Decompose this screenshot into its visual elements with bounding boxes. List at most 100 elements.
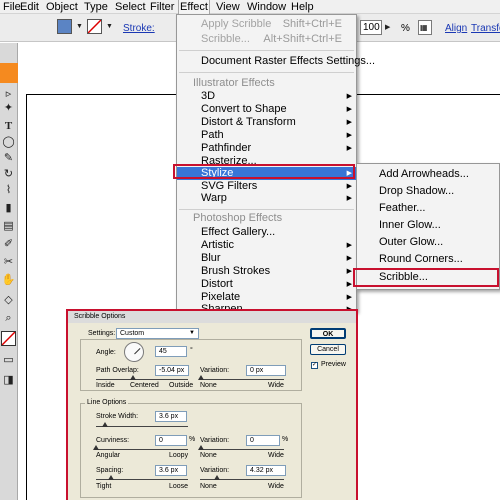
effect-item-effect-gallery[interactable]: Effect Gallery... (177, 226, 356, 239)
stylize-feather[interactable]: Feather... (357, 200, 499, 217)
menu-item-label: Pathfinder (201, 142, 252, 154)
effect-item-distort[interactable]: Distort ▶ (177, 278, 356, 291)
menu-item-label: Effect Gallery... (201, 226, 276, 238)
submenu-item-label: Outer Glow... (379, 236, 444, 248)
last-effect-shortcut: Alt+Shift+Ctrl+E (263, 33, 342, 45)
color-mode-icon[interactable]: ◨ (1, 373, 16, 388)
no-stroke-icon (87, 19, 102, 34)
screen-mode-icon[interactable]: ▭ (1, 353, 16, 368)
effect-item-path[interactable]: Path ▶ (177, 129, 356, 142)
apply-scribble-shortcut: Shift+Ctrl+E (282, 18, 342, 30)
menu-item-label: 3D (201, 90, 216, 102)
menu-item-label: Warp (201, 192, 227, 204)
fill-stroke-icon[interactable] (1, 331, 16, 346)
last-effect-label: Scribble... (201, 33, 250, 45)
stylize-add-arrowheads[interactable]: Add Arrowheads... (357, 166, 499, 183)
stylize-outer-glow[interactable]: Outer Glow... (357, 234, 499, 251)
opacity-unit: % (401, 23, 410, 34)
transform-link[interactable]: Transform (471, 23, 500, 34)
opacity-dropdown-icon[interactable]: ▶ (385, 23, 390, 31)
effect-item-convert-to-shape[interactable]: Convert to Shape ▶ (177, 103, 356, 116)
dialog-highlight (66, 309, 358, 500)
menu-edit[interactable]: Edit (19, 0, 40, 14)
scribble-highlight (353, 268, 499, 287)
submenu-arrow-icon: ▶ (346, 268, 352, 275)
menu-type[interactable]: Type (83, 0, 109, 14)
submenu-arrow-icon: ▶ (346, 145, 352, 152)
graph-tool-icon[interactable]: ▮ (1, 201, 16, 216)
illustrator-effects-header: Illustrator Effects (177, 77, 356, 90)
type-tool-icon[interactable]: T (1, 119, 16, 134)
stroke-link[interactable]: Stroke: (123, 23, 155, 34)
submenu-arrow-icon: ▶ (346, 106, 352, 113)
last-effect-item[interactable]: Scribble... Alt+Shift+Ctrl+E (177, 33, 356, 46)
submenu-arrow-icon: ▶ (346, 132, 352, 139)
gradient-tool-icon[interactable]: ▤ (1, 219, 16, 234)
menu-separator (179, 50, 354, 51)
apply-scribble-label: Apply Scribble (201, 18, 272, 30)
ellipse-tool-icon[interactable]: ◯ (1, 135, 16, 150)
effect-item-warp[interactable]: Warp ▶ (177, 192, 356, 205)
tool-panel: ▹ ✦ T ◯ ✎ ↻ ⌇ ▮ ▤ ✐ ✂ ✋ ◇ ⌕ ▭ ◨ (0, 43, 18, 500)
submenu-arrow-icon: ▶ (346, 242, 352, 249)
apply-scribble-item[interactable]: Apply Scribble Shift+Ctrl+E (177, 18, 356, 31)
stylize-highlight (173, 164, 355, 179)
opacity-field[interactable]: 100 (360, 20, 382, 35)
fill-color-swatch[interactable] (57, 19, 72, 34)
align-options-icon[interactable]: ▦ (418, 20, 432, 35)
effect-item-brush-strokes[interactable]: Brush Strokes ▶ (177, 265, 356, 278)
effect-item-pathfinder[interactable]: Pathfinder ▶ (177, 142, 356, 155)
menu-item-label: Artistic (201, 239, 234, 251)
align-link[interactable]: Align (445, 23, 467, 34)
menu-item-label: Blur (201, 252, 221, 264)
menu-separator (179, 72, 354, 73)
direct-selection-tool-icon[interactable]: ▹ (1, 87, 16, 102)
effect-item-distort-transform[interactable]: Distort & Transform ▶ (177, 116, 356, 129)
eyedropper-tool-icon[interactable]: ✐ (1, 237, 16, 252)
hand-tool-icon[interactable]: ✋ (1, 273, 16, 288)
scissors-tool-icon[interactable]: ✂ (1, 255, 16, 270)
menu-item-label: Convert to Shape (201, 103, 287, 115)
magic-wand-tool-icon[interactable]: ✦ (1, 101, 16, 116)
effect-menu: Apply Scribble Shift+Ctrl+E Scribble... … (176, 14, 375, 315)
submenu-arrow-icon: ▶ (346, 93, 352, 100)
effect-item-blur[interactable]: Blur ▶ (177, 252, 356, 265)
none-swatch-icon (1, 331, 16, 346)
stylize-drop-shadow[interactable]: Drop Shadow... (357, 183, 499, 200)
effect-item-artistic[interactable]: Artistic ▶ (177, 239, 356, 252)
tool-panel-header (0, 63, 18, 83)
stroke-dropdown-icon[interactable]: ▼ (106, 23, 113, 30)
fill-dropdown-icon[interactable]: ▼ (76, 23, 83, 30)
menu-effect[interactable]: Effect (178, 0, 210, 15)
menu-object[interactable]: Object (45, 0, 79, 14)
submenu-arrow-icon: ▶ (346, 195, 352, 202)
menu-filter[interactable]: Filter (149, 0, 175, 14)
menu-window[interactable]: Window (246, 0, 287, 14)
photoshop-effects-label: Photoshop Effects (193, 212, 283, 224)
stylize-inner-glow[interactable]: Inner Glow... (357, 217, 499, 234)
stylize-round-corners[interactable]: Round Corners... (357, 251, 499, 268)
effect-item-3d[interactable]: 3D ▶ (177, 90, 356, 103)
pencil-tool-icon[interactable]: ✎ (1, 151, 16, 166)
submenu-item-label: Drop Shadow... (379, 185, 455, 197)
submenu-arrow-icon: ▶ (346, 255, 352, 262)
document-raster-settings-item[interactable]: Document Raster Effects Settings... (177, 55, 375, 68)
submenu-arrow-icon: ▶ (346, 119, 352, 126)
stroke-color-swatch[interactable] (87, 19, 102, 34)
menu-bar: File Edit Object Type Select Filter Effe… (0, 0, 500, 15)
rotate-tool-icon[interactable]: ↻ (1, 167, 16, 182)
submenu-item-label: Round Corners... (379, 253, 463, 265)
menu-view[interactable]: View (215, 0, 241, 14)
eraser-tool-icon[interactable]: ◇ (1, 293, 16, 308)
menu-item-label: Distort (201, 278, 233, 290)
submenu-item-label: Feather... (379, 202, 426, 214)
warp-tool-icon[interactable]: ⌇ (1, 183, 16, 198)
menu-separator (179, 209, 354, 210)
menu-item-label: Path (201, 129, 224, 141)
submenu-arrow-icon: ▶ (346, 281, 352, 288)
zoom-tool-icon[interactable]: ⌕ (1, 311, 16, 326)
menu-help[interactable]: Help (290, 0, 315, 14)
menu-select[interactable]: Select (114, 0, 147, 14)
submenu-item-label: Inner Glow... (379, 219, 441, 231)
menu-item-label: Brush Strokes (201, 265, 271, 277)
